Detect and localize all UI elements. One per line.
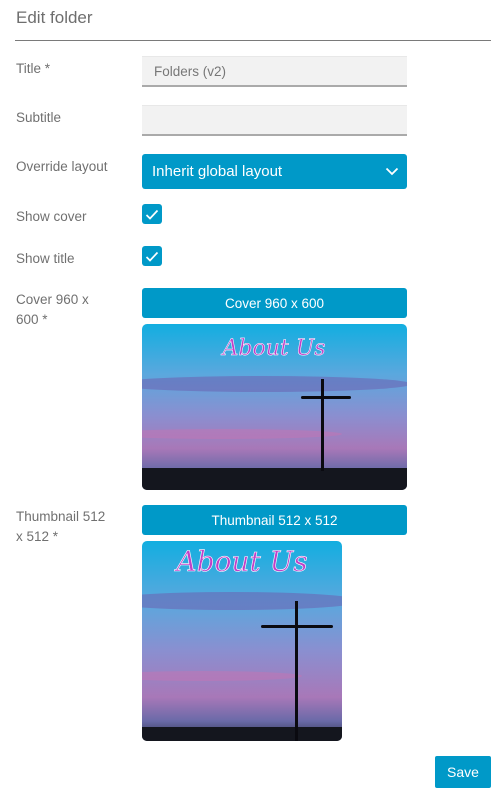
show-title-label: Show title <box>16 251 75 266</box>
cover-upload-button[interactable]: Cover 960 x 600 <box>142 288 407 318</box>
title-input[interactable] <box>142 56 407 87</box>
cover-image-caption: About Us <box>220 336 325 361</box>
header-divider <box>15 40 491 41</box>
title-label: Title * <box>16 61 51 76</box>
subtitle-input[interactable] <box>142 105 407 136</box>
override-layout-select[interactable]: Inherit global layout <box>142 154 407 189</box>
subtitle-label: Subtitle <box>16 110 62 125</box>
thumbnail-label-line1: Thumbnail 512 <box>16 509 106 524</box>
show-cover-checkbox[interactable] <box>142 204 162 224</box>
show-cover-label: Show cover <box>16 209 87 224</box>
check-icon <box>145 209 159 220</box>
cover-label-line2: 600 * <box>16 312 48 327</box>
cover-label-line1: Cover 960 x <box>16 292 89 307</box>
show-title-checkbox[interactable] <box>142 246 162 266</box>
cover-label: Cover 960 x 600 * <box>16 290 126 330</box>
check-icon <box>145 251 159 262</box>
override-layout-value: Inherit global layout <box>152 163 283 180</box>
thumbnail-image-caption: About Us <box>173 545 307 578</box>
save-button[interactable]: Save <box>435 756 491 788</box>
thumbnail-image: About Us <box>142 541 342 741</box>
thumbnail-label: Thumbnail 512 x 512 * <box>16 507 126 547</box>
thumbnail-label-line2: x 512 * <box>16 529 59 544</box>
thumbnail-upload-button[interactable]: Thumbnail 512 x 512 <box>142 505 407 535</box>
override-layout-label: Override layout <box>16 159 108 174</box>
chevron-down-icon <box>377 154 407 189</box>
page-title: Edit folder <box>16 8 93 27</box>
cover-image: About Us <box>142 324 407 490</box>
